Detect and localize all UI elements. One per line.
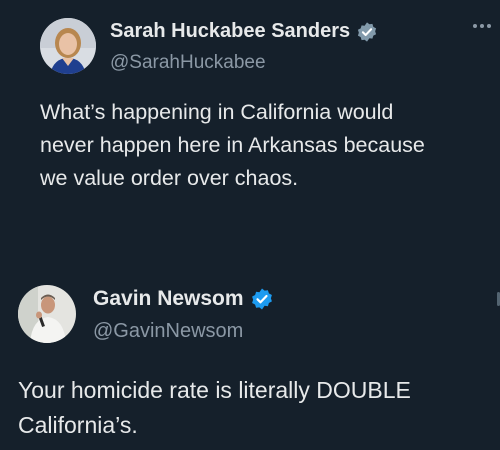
verified-gray-badge-icon [356, 21, 378, 43]
avatar-image [40, 18, 96, 74]
avatar-image [18, 285, 76, 343]
display-name[interactable]: Sarah Huckabee Sanders [110, 20, 350, 43]
tweet-text: Your homicide rate is literally DOUBLE C… [18, 377, 411, 438]
verified-blue-badge-icon [250, 287, 274, 311]
author-row: Gavin Newsom [93, 287, 274, 311]
author-row: Sarah Huckabee Sanders [110, 20, 378, 43]
handle[interactable]: @GavinNewsom [93, 320, 243, 343]
avatar-gavin-newsom[interactable] [18, 285, 76, 343]
tweet-gavin-newsom[interactable]: Gavin Newsom @GavinNewsom Your homicide … [0, 272, 500, 450]
handle[interactable]: @SarahHuckabee [110, 52, 266, 74]
display-name[interactable]: Gavin Newsom [93, 287, 244, 311]
more-horizontal-icon[interactable] [473, 24, 491, 28]
tweet-text: What’s happening in California would nev… [40, 100, 425, 190]
tweet-sarah-huckabee-sanders[interactable]: Sarah Huckabee Sanders @SarahHuckabee Wh… [0, 0, 500, 250]
avatar-sarah-huckabee-sanders[interactable] [40, 18, 96, 74]
